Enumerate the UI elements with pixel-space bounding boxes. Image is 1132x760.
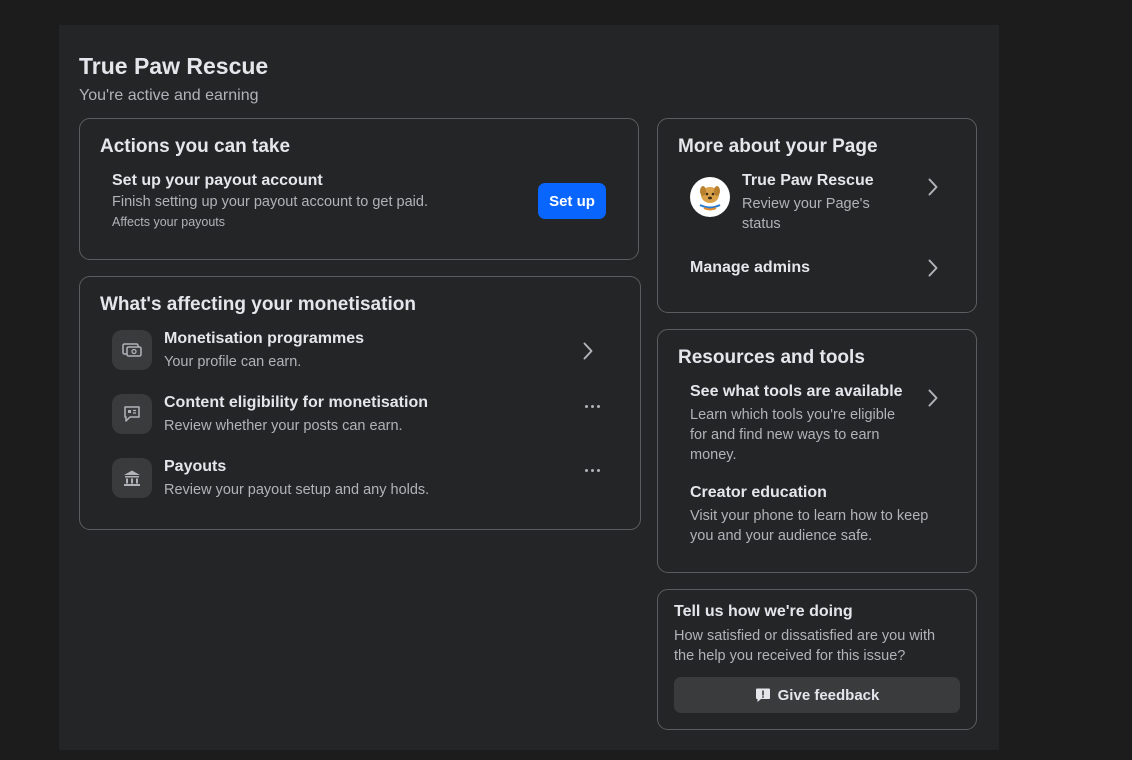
- more-about-page-card: More about your Page True Paw Rescue Rev…: [657, 118, 977, 313]
- give-feedback-button[interactable]: Give feedback: [674, 677, 960, 713]
- set-up-button[interactable]: Set up: [538, 183, 606, 219]
- content-message-icon: [112, 394, 152, 434]
- bank-icon: [112, 458, 152, 498]
- chevron-right-icon[interactable]: [925, 387, 941, 409]
- creator-education-line1: Visit your phone to learn how to keep: [690, 508, 929, 524]
- main-panel: True Paw Rescue You're active and earnin…: [59, 25, 999, 750]
- payouts-description: Review your payout setup and any holds.: [164, 482, 430, 498]
- resources-tools-card: Resources and tools See what tools are a…: [657, 329, 977, 573]
- give-feedback-label: Give feedback: [777, 686, 880, 704]
- feedback-alert-icon: [755, 687, 771, 703]
- payouts-title: Payouts: [164, 458, 227, 475]
- content-eligibility-item[interactable]: Content eligibility for monetisation Rev…: [112, 394, 622, 438]
- page-status-description-line1: Review your Page's: [742, 196, 870, 212]
- page-title: True Paw Rescue: [79, 53, 269, 79]
- monetisation-programmes-item[interactable]: Monetisation programmes Your profile can…: [112, 330, 622, 374]
- more-options-icon[interactable]: [580, 396, 604, 416]
- monetisation-card: What's affecting your monetisation Monet…: [79, 276, 641, 530]
- resources-card-title: Resources and tools: [678, 347, 865, 368]
- content-eligibility-description: Review whether your posts can earn.: [164, 418, 403, 434]
- tools-available-line2: for and find new ways to earn: [690, 427, 880, 443]
- actions-card: Actions you can take Set up your payout …: [79, 118, 639, 260]
- monetisation-programmes-title: Monetisation programmes: [164, 330, 365, 347]
- payout-setup-description: Finish setting up your payout account to…: [112, 194, 428, 210]
- manage-admins-link[interactable]: Manage admins: [690, 259, 810, 277]
- creator-education-line2: you and your audience safe.: [690, 528, 873, 544]
- creator-education-title: Creator education: [690, 484, 827, 501]
- chevron-right-icon[interactable]: [925, 257, 941, 279]
- monetisation-card-title: What's affecting your monetisation: [100, 294, 416, 315]
- payout-setup-title: Set up your payout account: [112, 172, 323, 189]
- content-eligibility-title: Content eligibility for monetisation: [164, 394, 428, 411]
- feedback-card: Tell us how we're doing How satisfied or…: [657, 589, 977, 730]
- feedback-question-line1: How satisfied or dissatisfied are you wi…: [674, 628, 936, 644]
- monetisation-programmes-description: Your profile can earn.: [164, 354, 302, 370]
- feedback-title: Tell us how we're doing: [674, 603, 853, 620]
- tools-available-line1: Learn which tools you're eligible: [690, 407, 896, 423]
- page-status-item[interactable]: True Paw Rescue Review your Page's statu…: [742, 172, 932, 234]
- chevron-right-icon[interactable]: [925, 176, 941, 198]
- page-status-subtitle: You're active and earning: [79, 87, 259, 104]
- actions-card-title: Actions you can take: [100, 136, 291, 157]
- tools-available-item[interactable]: See what tools are available Learn which…: [690, 383, 930, 465]
- chevron-right-icon[interactable]: [580, 340, 596, 362]
- page-status-description-line2: status: [742, 216, 781, 232]
- page-name: True Paw Rescue: [742, 172, 874, 189]
- tools-available-line3: money.: [690, 447, 737, 463]
- creator-education-item[interactable]: Creator education Visit your phone to le…: [690, 484, 960, 546]
- payouts-item[interactable]: Payouts Review your payout setup and any…: [112, 458, 622, 502]
- payout-setup-note: Affects your payouts: [112, 215, 226, 229]
- tools-available-title: See what tools are available: [690, 383, 903, 400]
- more-about-card-title: More about your Page: [678, 136, 878, 157]
- more-options-icon[interactable]: [580, 460, 604, 480]
- feedback-question-line2: the help you received for this issue?: [674, 648, 906, 664]
- page-avatar: [690, 177, 730, 217]
- money-icon: [112, 330, 152, 370]
